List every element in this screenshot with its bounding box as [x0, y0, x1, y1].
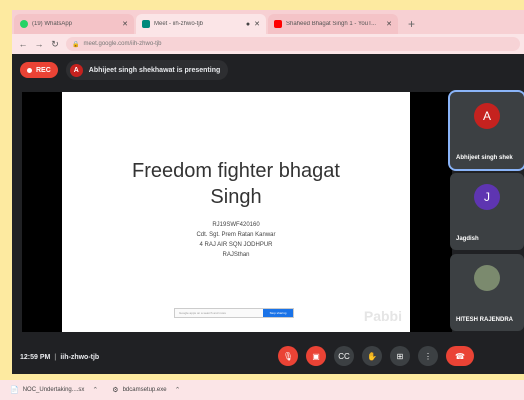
chevron-up-icon[interactable]: ⌃	[92, 386, 98, 394]
meet-icon	[142, 20, 150, 28]
camera-off-icon[interactable]: ▣	[306, 346, 326, 366]
meet-top-bar: REC A Abhijeet singh shekhawat is presen…	[12, 54, 524, 86]
download-item[interactable]: ⚙ bdcamsetup.exe ⌃	[112, 386, 180, 394]
tab-label: (19) WhatsApp	[32, 21, 73, 27]
mic-off-icon[interactable]: 🎙	[278, 346, 298, 366]
avatar: A	[474, 103, 500, 129]
presenting-banner: A Abhijeet singh shekhawat is presenting	[65, 60, 229, 80]
tab-meet[interactable]: Meet - iih-zhwo-tjb ● ✕	[136, 14, 266, 34]
shared-slide: Freedom fighter bhagat Singh RJ19SWF4201…	[62, 92, 410, 332]
participant-name: Jagdish	[456, 236, 479, 242]
slide-line: 4 RAJ AIR SQN JODHPUR	[199, 242, 273, 248]
tab-label: Meet - iih-zhwo-tjb	[154, 21, 204, 27]
call-controls: 🎙 ▣ CC ✋ ⊞ ⋮ ☎	[278, 346, 474, 366]
close-icon[interactable]: ✕	[116, 20, 128, 28]
clock-time: 12:59 PM	[20, 353, 51, 361]
sharing-notice-bar: Google apps on a search and more Stop sh…	[174, 308, 294, 318]
presenter-avatar: A	[69, 63, 83, 77]
avatar: J	[474, 184, 500, 210]
participant-name: Abhijeet singh shek	[456, 155, 513, 161]
download-shelf: 📄 NOC_Undertaking....sx ⌃ ⚙ bdcamsetup.e…	[0, 380, 524, 400]
chevron-up-icon[interactable]: ⌃	[175, 386, 181, 394]
slide-line: RJ19SWF420160	[212, 222, 260, 228]
exe-file-icon: ⚙	[112, 387, 119, 394]
download-item[interactable]: 📄 NOC_Undertaking....sx ⌃	[10, 386, 98, 394]
participant-name: HITESH RAJENDRA	[456, 317, 514, 323]
recording-badge[interactable]: REC	[20, 62, 58, 78]
captions-icon[interactable]: CC	[334, 346, 354, 366]
tab-label: Shaheed Bhagat Singh 1 - YouT...	[286, 21, 377, 27]
participant-tile[interactable]: A Abhijeet singh shek	[448, 90, 524, 171]
close-icon[interactable]: ✕	[380, 20, 392, 28]
url-input[interactable]: 🔒 meet.google.com/iih-zhwo-tjb	[66, 37, 520, 51]
close-icon[interactable]: ✕	[254, 20, 260, 28]
browser-tab-bar: (19) WhatsApp ✕ Meet - iih-zhwo-tjb ● ✕ …	[12, 10, 524, 34]
participant-tiles: A Abhijeet singh shek J Jagdish HITESH R…	[448, 90, 524, 332]
raise-hand-icon[interactable]: ✋	[362, 346, 382, 366]
url-text: meet.google.com/iih-zhwo-tjb	[83, 41, 162, 47]
slide-line: RAJSthan	[222, 252, 250, 258]
youtube-icon	[274, 20, 282, 28]
stop-sharing-button[interactable]: Stop sharing	[263, 309, 293, 317]
rec-label: REC	[36, 66, 51, 74]
avatar-photo	[474, 265, 500, 291]
recording-dot-icon: ●	[245, 20, 251, 28]
slide-line: Cdt. Sgt. Prem Ratan Kanwar	[196, 232, 276, 238]
tab-youtube[interactable]: Shaheed Bhagat Singh 1 - YouT... ✕	[268, 14, 398, 34]
word-file-icon: 📄	[10, 387, 19, 394]
sharing-notice-text: Google apps on a search and more	[179, 311, 227, 315]
download-name: NOC_Undertaking....sx	[22, 387, 85, 393]
reload-icon[interactable]: ↻	[50, 39, 60, 50]
back-icon[interactable]: ←	[18, 39, 28, 49]
participant-tile[interactable]: J Jagdish	[450, 173, 524, 250]
slide-title: Freedom fighter bhagat Singh	[132, 160, 340, 208]
meeting-info: 12:59 PM | iih-zhwo-tjb	[20, 353, 100, 361]
presentation-stage: Freedom fighter bhagat Singh RJ19SWF4201…	[22, 92, 452, 332]
lock-icon: 🔒	[72, 41, 80, 48]
presenting-text: Abhijeet singh shekhawat is presenting	[88, 66, 221, 74]
new-tab-button[interactable]: +	[400, 14, 423, 34]
slide-details: RJ19SWF420160 Cdt. Sgt. Prem Ratan Kanwa…	[196, 220, 275, 260]
screen: (19) WhatsApp ✕ Meet - iih-zhwo-tjb ● ✕ …	[0, 0, 524, 400]
download-name: bdcamsetup.exe	[122, 387, 167, 393]
forward-icon[interactable]: →	[34, 39, 44, 49]
record-icon	[27, 67, 32, 73]
whatsapp-icon	[20, 20, 28, 28]
participant-tile[interactable]: HITESH RAJENDRA	[450, 254, 524, 331]
address-bar: ← → ↻ 🔒 meet.google.com/iih-zhwo-tjb	[12, 34, 524, 54]
meeting-code: iih-zhwo-tjb	[60, 353, 100, 361]
tab-whatsapp[interactable]: (19) WhatsApp ✕	[14, 14, 134, 34]
present-icon[interactable]: ⊞	[390, 346, 410, 366]
more-options-icon[interactable]: ⋮	[418, 346, 438, 366]
end-call-icon[interactable]: ☎	[446, 346, 474, 366]
slide-watermark: Pabbi	[363, 308, 402, 324]
meet-bottom-bar: 12:59 PM | iih-zhwo-tjb 🎙 ▣ CC ✋ ⊞ ⋮ ☎	[12, 340, 524, 374]
meet-window: REC A Abhijeet singh shekhawat is presen…	[12, 54, 524, 374]
